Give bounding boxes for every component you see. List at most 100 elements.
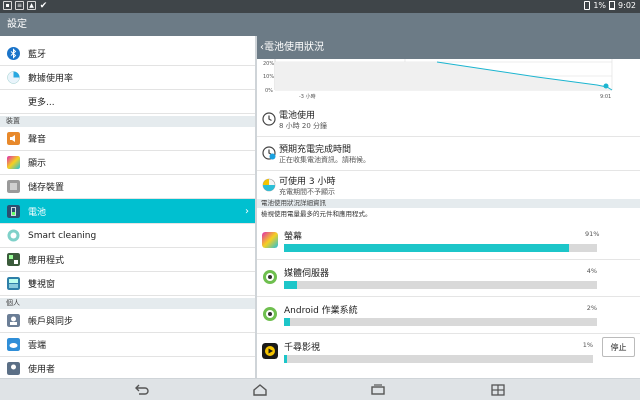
usage-value: 8 小時 20 分鐘	[279, 122, 328, 130]
sidebar-item-bluetooth[interactable]: 藍牙	[0, 42, 255, 66]
sidebar-item-smart-cleaning[interactable]: Smart cleaning	[0, 224, 255, 248]
storage-icon	[7, 180, 20, 193]
app-name: 螢幕	[284, 232, 303, 242]
usage-bar-fill	[284, 318, 291, 326]
bluetooth-icon	[7, 47, 20, 60]
battery-usage-row[interactable]: 電池使用 8 小時 20 分鐘	[257, 103, 640, 137]
sidebar-item-accounts[interactable]: 帳戶與同步	[0, 309, 255, 333]
users-icon	[7, 362, 20, 375]
sidebar-item-apps[interactable]: 應用程式	[0, 248, 255, 272]
app-name: 媒體伺服器	[284, 269, 330, 279]
x-tick-start: -3 小時	[299, 93, 316, 100]
status-right: 1% 9:02	[584, 1, 636, 10]
sidebar-item-more[interactable]: 更多...	[0, 90, 255, 114]
sidebar-item-label: Smart cleaning	[28, 230, 97, 241]
sidebar-item-label: 應用程式	[28, 256, 65, 266]
navigation-bar	[0, 378, 640, 400]
dual-window-nav-icon[interactable]	[490, 383, 506, 397]
stop-button[interactable]: 停止	[602, 337, 635, 357]
x-tick-end: 9:01	[600, 94, 611, 100]
sidebar-item-cloud[interactable]: 雲端	[0, 333, 255, 357]
section-header-personal: 個人	[0, 298, 255, 309]
sidebar-item-label: 雙視窗	[28, 280, 56, 290]
sd-card-icon: ≡	[15, 1, 24, 10]
app-name: 千尋影視	[284, 343, 321, 353]
back-icon[interactable]	[134, 383, 150, 397]
sound-icon	[7, 132, 20, 145]
data-usage-icon	[7, 71, 20, 84]
sidebar-item-label: 雲端	[28, 341, 47, 351]
current-point-marker	[603, 83, 609, 89]
usage-bar-fill	[284, 355, 288, 363]
home-icon[interactable]	[252, 383, 268, 397]
sidebar-item-data-usage[interactable]: 數據使用率	[0, 66, 255, 90]
apps-icon	[7, 253, 20, 266]
sidebar-item-sound[interactable]: 聲音	[0, 127, 255, 151]
android-os-icon	[263, 307, 277, 321]
app-title-bar: 設定	[0, 13, 640, 36]
gallery-icon: ▲	[27, 1, 36, 10]
app-usage-row[interactable]: Android 作業系統 2%	[257, 297, 640, 334]
sidebar-item-label: 數據使用率	[28, 74, 74, 84]
sidebar-item-battery[interactable]: 電池 ›	[0, 199, 255, 224]
dual-window-icon	[7, 277, 20, 290]
app-percent: 4%	[586, 267, 597, 275]
app-percent: 1%	[582, 341, 593, 349]
clock-icon	[262, 112, 276, 126]
battery-icon	[7, 204, 20, 218]
usage-bar-track	[284, 318, 597, 326]
sidebar-item-dual-window[interactable]: 雙視窗	[0, 272, 255, 296]
video-app-icon	[262, 343, 278, 359]
y-tick-20: 20%	[263, 61, 274, 67]
charge-time-row[interactable]: 預期充電完成時間 正在收集電池資訊。請稍候。	[257, 137, 640, 171]
available-time-row[interactable]: 可使用 3 小時 充電期間不予顯示	[257, 169, 640, 203]
usage-bar-track	[284, 355, 593, 363]
app-usage-row[interactable]: 千尋影視 1% 停止	[257, 334, 640, 371]
sidebar-item-label: 更多...	[28, 98, 55, 108]
settings-list[interactable]: 藍牙 數據使用率 更多... 裝置 聲音 顯示 儲存裝置 電池 › Smart …	[0, 36, 255, 378]
sidebar-item-users[interactable]: 使用者	[0, 357, 255, 378]
usage-details-header: 電池使用狀況詳細資訊	[257, 199, 640, 208]
media-server-icon	[263, 270, 277, 284]
sidebar-item-storage[interactable]: 儲存裝置	[0, 175, 255, 199]
app-percent: 2%	[586, 304, 597, 312]
sidebar-item-label: 帳戶與同步	[28, 317, 74, 327]
check-icon: ✔	[39, 0, 48, 11]
section-header-device: 裝置	[0, 116, 255, 127]
charge-clock-icon	[262, 146, 276, 160]
available-value: 充電期間不予顯示	[279, 188, 335, 196]
sidebar-item-label: 使用者	[28, 365, 56, 375]
recent-apps-icon[interactable]	[370, 383, 386, 397]
cloud-icon	[7, 338, 20, 351]
app-title: 設定	[7, 19, 27, 30]
display-icon	[7, 156, 20, 169]
sidebar-item-label: 顯示	[28, 159, 47, 169]
sidebar-item-label: 聲音	[28, 135, 47, 145]
image-icon: ▪	[3, 1, 12, 10]
available-title: 可使用 3 小時	[279, 177, 336, 187]
app-percent: 91%	[585, 230, 600, 238]
usage-details-desc: 檢視使用電量最多的元件和應用程式。	[261, 210, 372, 218]
battery-percent: 1%	[593, 1, 607, 10]
charge-value: 正在收集電池資訊。請稍候。	[279, 156, 370, 164]
detail-title: 電池使用狀況	[264, 42, 324, 53]
app-usage-row[interactable]: 螢幕 91%	[257, 223, 640, 260]
battery-remaining-icon	[262, 178, 276, 192]
usage-bar-fill	[284, 281, 297, 289]
app-usage-row[interactable]: 媒體伺服器 4%	[257, 260, 640, 297]
y-tick-0: 0%	[265, 88, 273, 94]
usage-bar-track	[284, 281, 597, 289]
battery-status-icon	[609, 1, 616, 10]
detail-header[interactable]: ‹電池使用狀況	[257, 36, 640, 59]
sidebar-item-display[interactable]: 顯示	[0, 151, 255, 175]
y-tick-10: 10%	[263, 74, 274, 80]
clock: 9:02	[618, 1, 636, 10]
sidebar-item-label: 電池	[28, 207, 47, 218]
screen-icon	[262, 232, 278, 248]
phone-icon	[584, 1, 591, 10]
detail-content: 20% 10% 0% -3 小時 9:01 電池使用 8 小時 20 分鐘 預期…	[257, 59, 640, 378]
sidebar-item-label: 藍牙	[28, 50, 47, 60]
accounts-icon	[7, 314, 20, 327]
app-name: Android 作業系統	[284, 306, 358, 316]
sidebar-item-label: 儲存裝置	[28, 183, 65, 193]
